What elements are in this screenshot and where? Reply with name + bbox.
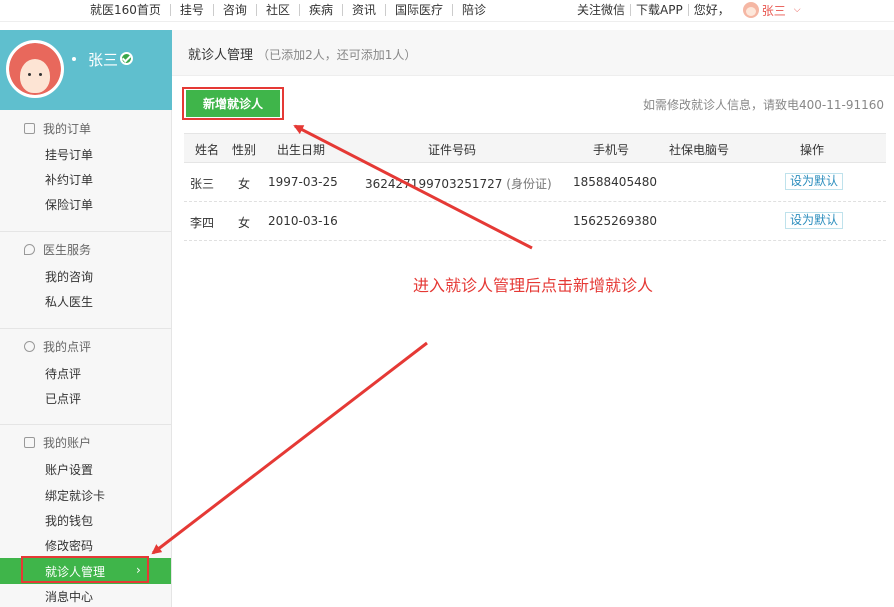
avatar[interactable]	[6, 40, 64, 98]
cell-id-number: 362427199703251727 (身份证)	[365, 175, 552, 192]
group-doctor-services: 医生服务	[24, 241, 91, 258]
sidebar-item-change-password[interactable]: 修改密码	[45, 537, 93, 554]
table-header: 姓名 性别 出生日期 证件号码 手机号 社保电脑号 操作	[184, 133, 886, 163]
nav-community-link[interactable]: 社区	[255, 4, 299, 16]
sidebar-item-insurance-orders[interactable]: 保险订单	[45, 196, 93, 213]
highlight-box-sidebar-item	[21, 556, 149, 583]
page-subtitle: （已添加2人，还可添加1人）	[257, 48, 417, 62]
sidebar-divider	[0, 231, 171, 232]
profile-name: 张三	[88, 51, 119, 69]
top-nav-links: 就医160首页 挂号 咨询 社区 疾病 资讯 国际医疗 陪诊	[84, 0, 495, 20]
header-birth: 出生日期	[277, 143, 326, 157]
header-id-number: 证件号码	[428, 143, 477, 157]
sidebar-item-message-center[interactable]: 消息中心	[45, 588, 93, 605]
nav-disease-link[interactable]: 疾病	[298, 4, 342, 16]
header-gender: 性别	[232, 143, 257, 157]
sidebar-item-makeup-orders[interactable]: 补约订单	[45, 171, 93, 188]
cell-birth: 1997-03-25	[268, 175, 338, 189]
nav-consult-link[interactable]: 咨询	[212, 4, 256, 16]
sidebar-item-private-doctor[interactable]: 私人医生	[45, 293, 93, 310]
heart-icon	[24, 341, 35, 352]
chevron-down-icon[interactable]: ⌵	[794, 5, 801, 15]
group-my-account: 我的账户	[24, 434, 91, 451]
verified-check-icon	[120, 52, 133, 65]
sidebar-item-account-settings[interactable]: 账户设置	[45, 461, 93, 478]
group-title-label: 我的账户	[43, 436, 92, 450]
nav-international-link[interactable]: 国际医疗	[384, 4, 452, 16]
top-user-name[interactable]: 张三	[762, 2, 786, 19]
cell-name: 李四	[190, 216, 215, 230]
group-my-orders: 我的订单	[24, 120, 91, 137]
cell-phone: 18588405480	[573, 175, 657, 189]
group-title-label: 医生服务	[43, 243, 92, 257]
chat-icon	[24, 244, 35, 255]
follow-wechat-link[interactable]: 关注微信	[572, 4, 630, 16]
set-default-button[interactable]: 设为默认	[785, 173, 843, 190]
greeting-text: 您好，	[687, 4, 735, 16]
page-title: 就诊人管理 （已添加2人，还可添加1人）	[188, 44, 416, 63]
arrow-to-sidebar-item	[151, 341, 428, 555]
table-row: 张三 女 1997-03-25 362427199703251727 (身份证)…	[184, 163, 886, 202]
download-app-link[interactable]: 下载APP	[630, 4, 688, 16]
id-number-value: 362427199703251727	[365, 177, 503, 191]
id-type: (身份证)	[506, 177, 552, 191]
highlight-box-add-button	[182, 87, 284, 120]
cell-gender: 女	[238, 216, 251, 230]
set-default-button[interactable]: 设为默认	[785, 212, 843, 229]
cell-birth: 2010-03-16	[268, 214, 338, 228]
header-social-number: 社保电脑号	[669, 143, 730, 157]
hotline-notice: 如需修改就诊人信息，请致电400-11-91160	[642, 98, 884, 112]
header-phone: 手机号	[593, 143, 630, 157]
sidebar-item-pending-reviews[interactable]: 待点评	[45, 365, 81, 382]
group-my-reviews: 我的点评	[24, 338, 91, 355]
sidebar-item-my-wallet[interactable]: 我的钱包	[45, 512, 93, 529]
profile-card: 张三	[0, 30, 172, 110]
account-icon	[24, 437, 35, 448]
sidebar-divider	[0, 328, 171, 329]
table-row: 李四 女 2010-03-16 15625269380 设为默认	[184, 202, 886, 241]
annotation-text: 进入就诊人管理后点击新增就诊人	[413, 276, 654, 295]
nav-news-link[interactable]: 资讯	[341, 4, 385, 16]
sidebar-item-done-reviews[interactable]: 已点评	[45, 390, 81, 407]
cell-gender: 女	[238, 177, 251, 191]
bullet-dot	[72, 57, 76, 61]
page-header: 就诊人管理 （已添加2人，还可添加1人）	[172, 30, 894, 76]
page-title-text: 就诊人管理	[188, 48, 254, 63]
user-avatar-icon[interactable]	[742, 2, 759, 18]
nav-home-link[interactable]: 就医160首页	[84, 4, 170, 16]
group-title-label: 我的点评	[43, 340, 92, 354]
orders-icon	[24, 123, 35, 134]
header-name: 姓名	[195, 143, 220, 157]
sidebar-item-bind-card[interactable]: 绑定就诊卡	[45, 487, 105, 504]
sidebar: 张三 我的订单 挂号订单 补约订单 保险订单 医生服务 我的咨询 私人医生 我的…	[0, 30, 172, 607]
header-action: 操作	[800, 143, 825, 157]
sidebar-divider	[0, 424, 171, 425]
nav-escort-link[interactable]: 陪诊	[452, 4, 495, 16]
sidebar-item-registration-orders[interactable]: 挂号订单	[45, 146, 93, 163]
cell-phone: 15625269380	[573, 214, 657, 228]
cell-name: 张三	[190, 177, 215, 191]
sidebar-item-my-consultations[interactable]: 我的咨询	[45, 268, 93, 285]
group-title-label: 我的订单	[43, 122, 92, 136]
top-nav-user-area: 关注微信 下载APP 您好， 张三 ⌵	[572, 0, 801, 20]
top-navigation-bar: 就医160首页 挂号 咨询 社区 疾病 资讯 国际医疗 陪诊 关注微信 下载AP…	[0, 0, 894, 22]
nav-register-link[interactable]: 挂号	[169, 4, 213, 16]
